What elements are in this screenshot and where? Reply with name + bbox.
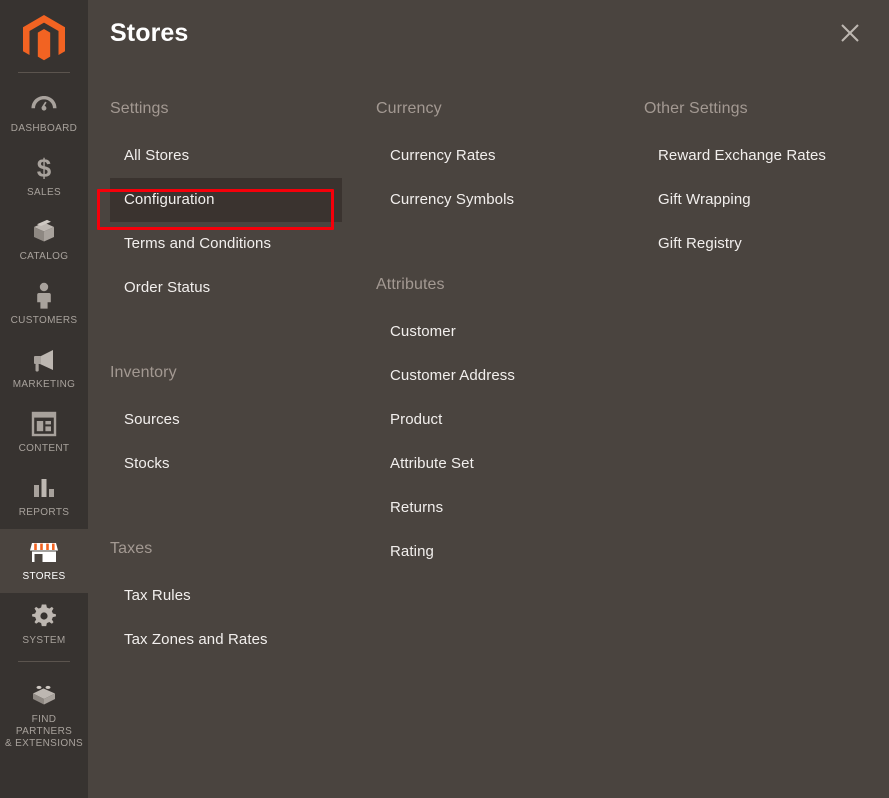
menu-item-terms-and-conditions[interactable]: Terms and Conditions bbox=[110, 222, 342, 266]
sidebar-item-label: CATALOG bbox=[19, 251, 69, 262]
group-title-currency: Currency bbox=[376, 100, 442, 117]
megaphone-icon bbox=[30, 346, 58, 374]
menu-item-sources[interactable]: Sources bbox=[110, 398, 342, 442]
panel-header: Stores bbox=[88, 0, 889, 66]
sidebar-item-find-partners[interactable]: FIND PARTNERS & EXTENSIONS bbox=[0, 672, 88, 760]
group-title-other-settings: Other Settings bbox=[644, 100, 748, 117]
menu-columns: Settings All Stores Configuration Terms … bbox=[88, 66, 889, 662]
group-title-settings: Settings bbox=[110, 100, 169, 117]
menu-column-3: Other Settings Reward Exchange Rates Gif… bbox=[626, 92, 876, 662]
storefront-icon bbox=[29, 538, 59, 566]
sidebar-item-reports[interactable]: REPORTS bbox=[0, 465, 88, 529]
menu-item-currency-rates[interactable]: Currency Rates bbox=[376, 134, 610, 178]
gear-icon bbox=[31, 602, 57, 630]
stores-menu-overlay: DASHBOARD $ SALES CATALOG CUSTOMERS MARK… bbox=[0, 0, 889, 798]
close-icon[interactable] bbox=[833, 16, 867, 50]
sidebar-item-label-line1: FIND PARTNERS bbox=[15, 714, 73, 737]
menu-item-attribute-set[interactable]: Attribute Set bbox=[376, 442, 610, 486]
sidebar-item-label: MARKETING bbox=[12, 379, 76, 390]
menu-group-other-settings: Other Settings Reward Exchange Rates Gif… bbox=[644, 92, 860, 266]
lego-block-icon bbox=[29, 681, 59, 709]
sidebar-item-customers[interactable]: CUSTOMERS bbox=[0, 273, 88, 337]
svg-text:$: $ bbox=[37, 154, 52, 182]
page-title: Stores bbox=[110, 18, 189, 47]
menu-item-all-stores[interactable]: All Stores bbox=[110, 134, 342, 178]
menu-group-taxes: Taxes Tax Rules Tax Zones and Rates bbox=[110, 532, 342, 662]
sidebar-item-label-line2: & EXTENSIONS bbox=[4, 738, 84, 749]
box-icon bbox=[30, 218, 58, 246]
menu-group-inventory: Inventory Sources Stocks bbox=[110, 356, 342, 486]
menu-item-reward-exchange-rates[interactable]: Reward Exchange Rates bbox=[644, 134, 860, 178]
sidebar-item-marketing[interactable]: MARKETING bbox=[0, 337, 88, 401]
magento-logo[interactable] bbox=[0, 0, 88, 72]
sidebar-item-dashboard[interactable]: DASHBOARD bbox=[0, 81, 88, 145]
menu-item-tax-rules[interactable]: Tax Rules bbox=[110, 574, 342, 618]
admin-sidebar: DASHBOARD $ SALES CATALOG CUSTOMERS MARK… bbox=[0, 0, 88, 798]
menu-item-product[interactable]: Product bbox=[376, 398, 610, 442]
sidebar-item-label: SYSTEM bbox=[22, 635, 66, 646]
group-title-attributes: Attributes bbox=[376, 276, 445, 293]
sidebar-item-label: DASHBOARD bbox=[10, 123, 78, 134]
sidebar-item-label: CUSTOMERS bbox=[10, 315, 78, 326]
menu-item-tax-zones-and-rates[interactable]: Tax Zones and Rates bbox=[110, 618, 342, 662]
dollar-icon: $ bbox=[33, 154, 55, 182]
sidebar-item-stores[interactable]: STORES bbox=[0, 529, 88, 593]
sidebar-divider-top bbox=[18, 72, 70, 73]
menu-item-order-status[interactable]: Order Status bbox=[110, 266, 342, 310]
person-icon bbox=[35, 282, 53, 310]
sidebar-item-label: SALES bbox=[27, 187, 61, 198]
menu-column-1: Settings All Stores Configuration Terms … bbox=[88, 92, 358, 662]
menu-item-returns[interactable]: Returns bbox=[376, 486, 610, 530]
menu-group-settings: Settings All Stores Configuration Terms … bbox=[110, 92, 342, 310]
group-title-taxes: Taxes bbox=[110, 540, 153, 557]
menu-column-2: Currency Currency Rates Currency Symbols… bbox=[358, 92, 626, 662]
menu-item-rating[interactable]: Rating bbox=[376, 530, 610, 574]
gauge-icon bbox=[30, 90, 58, 118]
menu-group-attributes: Attributes Customer Customer Address Pro… bbox=[376, 268, 610, 574]
menu-item-currency-symbols[interactable]: Currency Symbols bbox=[376, 178, 610, 222]
sidebar-item-system[interactable]: SYSTEM bbox=[0, 593, 88, 657]
menu-item-gift-registry[interactable]: Gift Registry bbox=[644, 222, 860, 266]
menu-item-customer[interactable]: Customer bbox=[376, 310, 610, 354]
layout-icon bbox=[31, 410, 57, 438]
menu-item-gift-wrapping[interactable]: Gift Wrapping bbox=[644, 178, 860, 222]
sidebar-item-label: CONTENT bbox=[18, 443, 70, 454]
menu-item-stocks[interactable]: Stocks bbox=[110, 442, 342, 486]
sidebar-item-label: REPORTS bbox=[18, 507, 70, 518]
menu-item-configuration[interactable]: Configuration bbox=[110, 178, 342, 222]
sidebar-item-sales[interactable]: $ SALES bbox=[0, 145, 88, 209]
magento-logo-icon bbox=[23, 15, 65, 61]
sidebar-item-catalog[interactable]: CATALOG bbox=[0, 209, 88, 273]
sidebar-item-label: STORES bbox=[22, 571, 66, 582]
sidebar-item-content[interactable]: CONTENT bbox=[0, 401, 88, 465]
bar-chart-icon bbox=[31, 474, 57, 502]
menu-item-customer-address[interactable]: Customer Address bbox=[376, 354, 610, 398]
stores-menu-panel: Stores Settings All Stores Configuration… bbox=[88, 0, 889, 798]
menu-group-currency: Currency Currency Rates Currency Symbols bbox=[376, 92, 610, 222]
sidebar-divider-bottom bbox=[18, 661, 70, 662]
group-title-inventory: Inventory bbox=[110, 364, 177, 381]
